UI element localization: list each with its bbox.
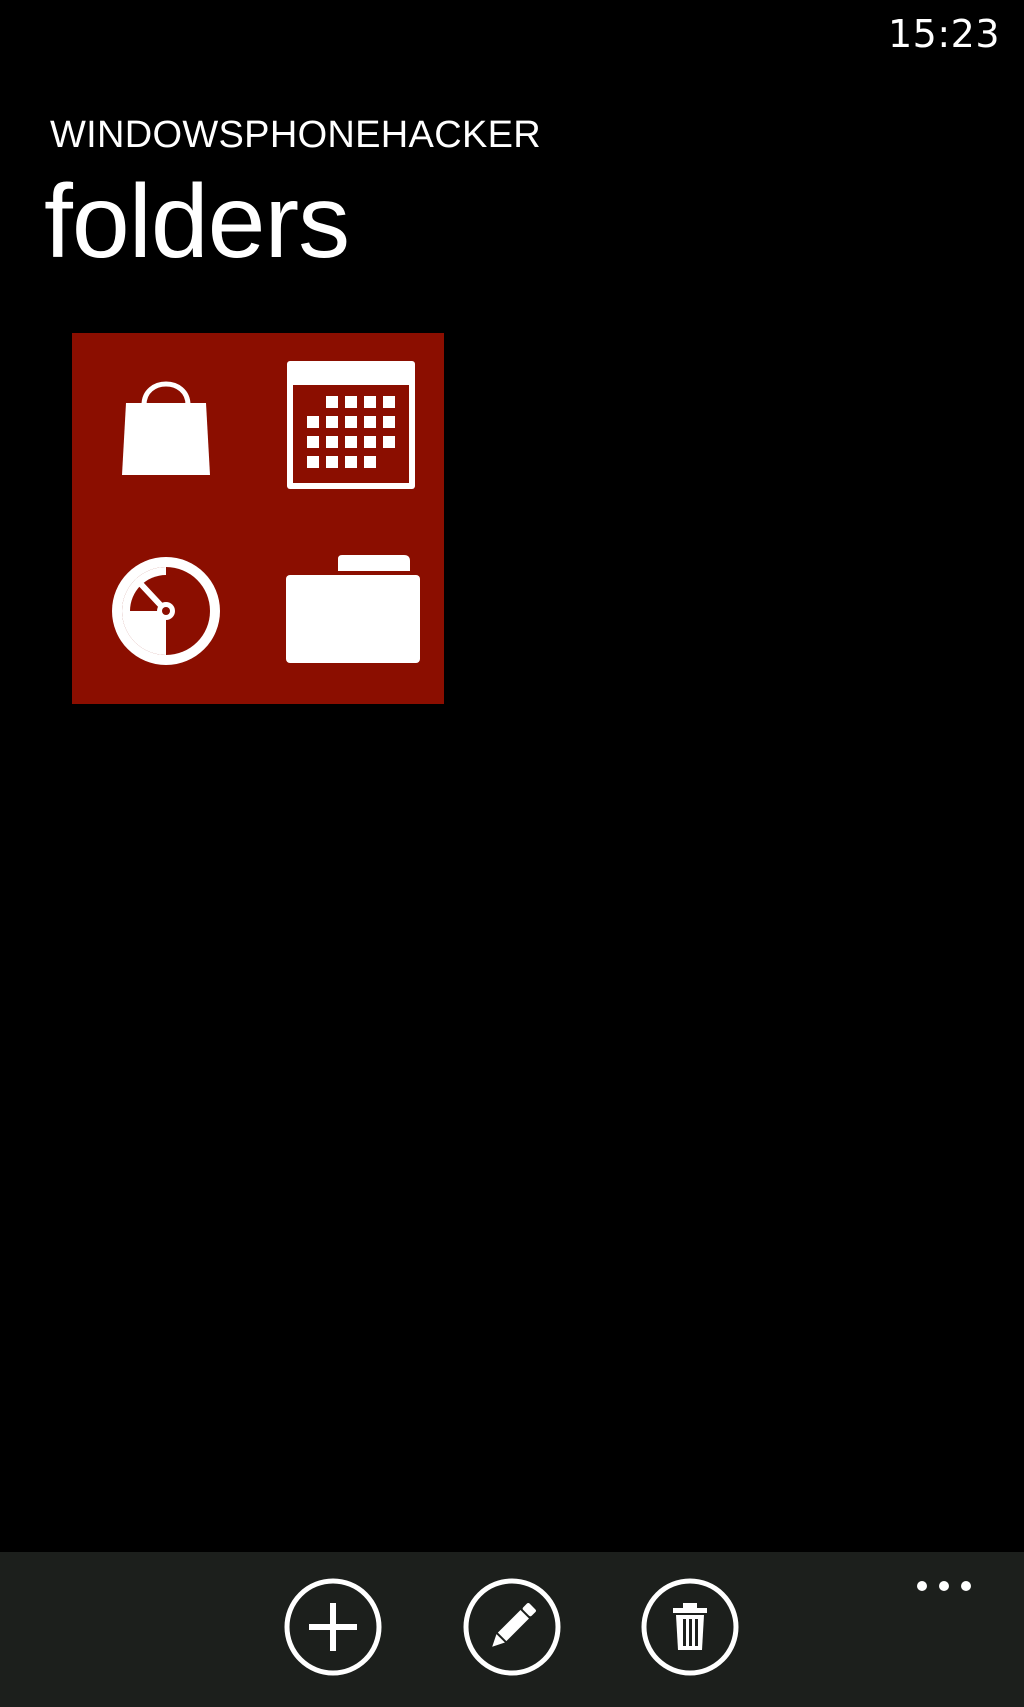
calendar-icon [287,361,415,489]
status-bar: 15:23 [0,0,1024,70]
delete-trash-icon [641,1578,739,1676]
ellipsis-icon [914,1581,974,1600]
app-title: WINDOWSPHONEHACKER [50,114,541,156]
delete-button[interactable] [641,1578,739,1676]
shopping-bag-icon [116,373,216,478]
add-icon [284,1578,382,1676]
edit-button[interactable] [463,1578,561,1676]
more-options-button[interactable] [914,1576,974,1596]
edit-pencil-icon [463,1578,561,1676]
speedometer-icon [110,555,222,667]
add-button[interactable] [284,1578,382,1676]
page-title: folders [44,164,350,280]
folder-icon [286,555,420,665]
status-time: 15:23 [887,12,1000,56]
folder-tile[interactable] [72,333,444,704]
app-bar [0,1552,1024,1707]
